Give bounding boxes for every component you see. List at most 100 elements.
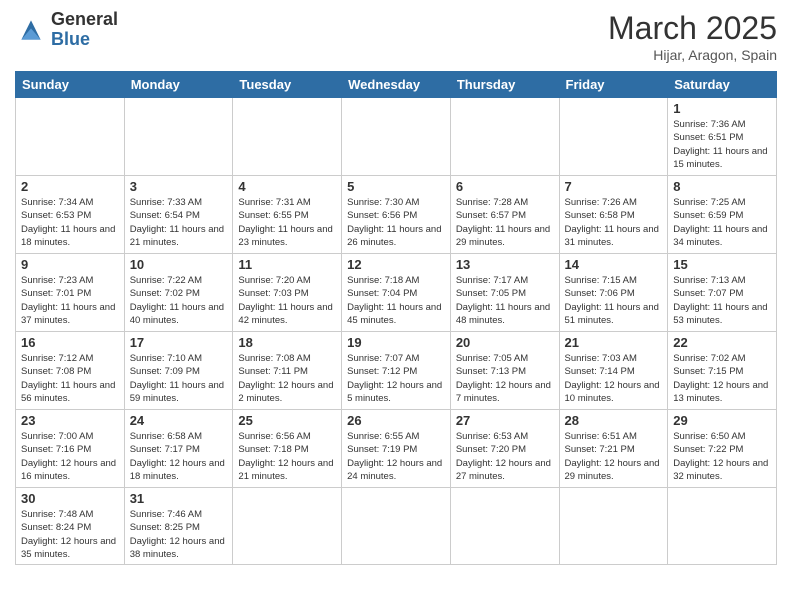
- day-info: Sunrise: 7:03 AMSunset: 7:14 PMDaylight:…: [565, 352, 663, 405]
- day-12: 12 Sunrise: 7:18 AMSunset: 7:04 PMDaylig…: [342, 254, 451, 332]
- day-info: Sunrise: 6:51 AMSunset: 7:21 PMDaylight:…: [565, 430, 663, 483]
- day-info: Sunrise: 6:56 AMSunset: 7:18 PMDaylight:…: [238, 430, 336, 483]
- day-number: 15: [673, 257, 771, 272]
- day-number: 5: [347, 179, 445, 194]
- day-3: 3 Sunrise: 7:33 AMSunset: 6:54 PMDayligh…: [124, 176, 233, 254]
- day-info: Sunrise: 7:12 AMSunset: 7:08 PMDaylight:…: [21, 352, 119, 405]
- day-number: 22: [673, 335, 771, 350]
- empty-cell: [450, 488, 559, 565]
- day-info: Sunrise: 7:20 AMSunset: 7:03 PMDaylight:…: [238, 274, 336, 327]
- weekday-header-row: Sunday Monday Tuesday Wednesday Thursday…: [16, 72, 777, 98]
- day-number: 4: [238, 179, 336, 194]
- day-number: 10: [130, 257, 228, 272]
- day-number: 29: [673, 413, 771, 428]
- header-saturday: Saturday: [668, 72, 777, 98]
- day-number: 31: [130, 491, 228, 506]
- day-number: 11: [238, 257, 336, 272]
- header-monday: Monday: [124, 72, 233, 98]
- empty-cell: [124, 98, 233, 176]
- day-info: Sunrise: 7:26 AMSunset: 6:58 PMDaylight:…: [565, 196, 663, 249]
- day-number: 6: [456, 179, 554, 194]
- day-5: 5 Sunrise: 7:30 AMSunset: 6:56 PMDayligh…: [342, 176, 451, 254]
- day-8: 8 Sunrise: 7:25 AMSunset: 6:59 PMDayligh…: [668, 176, 777, 254]
- day-number: 7: [565, 179, 663, 194]
- empty-cell: [233, 488, 342, 565]
- day-info: Sunrise: 7:23 AMSunset: 7:01 PMDaylight:…: [21, 274, 119, 327]
- week-row-4: 16 Sunrise: 7:12 AMSunset: 7:08 PMDaylig…: [16, 332, 777, 410]
- day-number: 2: [21, 179, 119, 194]
- day-number: 25: [238, 413, 336, 428]
- day-24: 24 Sunrise: 6:58 AMSunset: 7:17 PMDaylig…: [124, 410, 233, 488]
- day-number: 26: [347, 413, 445, 428]
- empty-cell: [559, 98, 668, 176]
- week-row-5: 23 Sunrise: 7:00 AMSunset: 7:16 PMDaylig…: [16, 410, 777, 488]
- week-row-2: 2 Sunrise: 7:34 AMSunset: 6:53 PMDayligh…: [16, 176, 777, 254]
- day-11: 11 Sunrise: 7:20 AMSunset: 7:03 PMDaylig…: [233, 254, 342, 332]
- week-row-3: 9 Sunrise: 7:23 AMSunset: 7:01 PMDayligh…: [16, 254, 777, 332]
- day-30: 30 Sunrise: 7:48 AMSunset: 8:24 PMDaylig…: [16, 488, 125, 565]
- week-row-1: 1 Sunrise: 7:36 AM Sunset: 6:51 PM Dayli…: [16, 98, 777, 176]
- day-number: 30: [21, 491, 119, 506]
- day-info: Sunrise: 7:25 AMSunset: 6:59 PMDaylight:…: [673, 196, 771, 249]
- day-19: 19 Sunrise: 7:07 AMSunset: 7:12 PMDaylig…: [342, 332, 451, 410]
- day-info: Sunrise: 7:33 AMSunset: 6:54 PMDaylight:…: [130, 196, 228, 249]
- day-26: 26 Sunrise: 6:55 AMSunset: 7:19 PMDaylig…: [342, 410, 451, 488]
- location: Hijar, Aragon, Spain: [608, 47, 777, 63]
- day-number: 8: [673, 179, 771, 194]
- empty-cell: [233, 98, 342, 176]
- day-15: 15 Sunrise: 7:13 AMSunset: 7:07 PMDaylig…: [668, 254, 777, 332]
- day-info: Sunrise: 7:31 AMSunset: 6:55 PMDaylight:…: [238, 196, 336, 249]
- logo-text: General Blue: [51, 10, 118, 50]
- header-friday: Friday: [559, 72, 668, 98]
- header-wednesday: Wednesday: [342, 72, 451, 98]
- day-info: Sunrise: 6:53 AMSunset: 7:20 PMDaylight:…: [456, 430, 554, 483]
- day-number: 9: [21, 257, 119, 272]
- day-info: Sunrise: 7:15 AMSunset: 7:06 PMDaylight:…: [565, 274, 663, 327]
- day-number: 3: [130, 179, 228, 194]
- day-25: 25 Sunrise: 6:56 AMSunset: 7:18 PMDaylig…: [233, 410, 342, 488]
- empty-cell: [16, 98, 125, 176]
- logo: General Blue: [15, 10, 118, 50]
- month-title: March 2025: [608, 10, 777, 47]
- day-info: Sunrise: 6:58 AMSunset: 7:17 PMDaylight:…: [130, 430, 228, 483]
- day-number: 12: [347, 257, 445, 272]
- day-number: 21: [565, 335, 663, 350]
- header-tuesday: Tuesday: [233, 72, 342, 98]
- day-info: Sunrise: 7:00 AMSunset: 7:16 PMDaylight:…: [21, 430, 119, 483]
- day-number: 20: [456, 335, 554, 350]
- day-13: 13 Sunrise: 7:17 AMSunset: 7:05 PMDaylig…: [450, 254, 559, 332]
- page: General Blue March 2025 Hijar, Aragon, S…: [0, 0, 792, 612]
- header-thursday: Thursday: [450, 72, 559, 98]
- week-row-6: 30 Sunrise: 7:48 AMSunset: 8:24 PMDaylig…: [16, 488, 777, 565]
- day-7: 7 Sunrise: 7:26 AMSunset: 6:58 PMDayligh…: [559, 176, 668, 254]
- day-10: 10 Sunrise: 7:22 AMSunset: 7:02 PMDaylig…: [124, 254, 233, 332]
- calendar: Sunday Monday Tuesday Wednesday Thursday…: [15, 71, 777, 565]
- header-sunday: Sunday: [16, 72, 125, 98]
- day-info: Sunrise: 7:34 AMSunset: 6:53 PMDaylight:…: [21, 196, 119, 249]
- day-info: Sunrise: 7:08 AMSunset: 7:11 PMDaylight:…: [238, 352, 336, 405]
- day-info: Sunrise: 7:46 AMSunset: 8:25 PMDaylight:…: [130, 508, 228, 561]
- day-info: Sunrise: 7:48 AMSunset: 8:24 PMDaylight:…: [21, 508, 119, 561]
- logo-general: General: [51, 9, 118, 29]
- day-18: 18 Sunrise: 7:08 AMSunset: 7:11 PMDaylig…: [233, 332, 342, 410]
- empty-cell: [450, 98, 559, 176]
- day-27: 27 Sunrise: 6:53 AMSunset: 7:20 PMDaylig…: [450, 410, 559, 488]
- day-14: 14 Sunrise: 7:15 AMSunset: 7:06 PMDaylig…: [559, 254, 668, 332]
- day-29: 29 Sunrise: 6:50 AMSunset: 7:22 PMDaylig…: [668, 410, 777, 488]
- day-info: Sunrise: 7:30 AMSunset: 6:56 PMDaylight:…: [347, 196, 445, 249]
- day-22: 22 Sunrise: 7:02 AMSunset: 7:15 PMDaylig…: [668, 332, 777, 410]
- empty-cell: [668, 488, 777, 565]
- day-number: 27: [456, 413, 554, 428]
- day-number: 16: [21, 335, 119, 350]
- day-info: Sunrise: 6:55 AMSunset: 7:19 PMDaylight:…: [347, 430, 445, 483]
- day-info: Sunrise: 7:05 AMSunset: 7:13 PMDaylight:…: [456, 352, 554, 405]
- day-9: 9 Sunrise: 7:23 AMSunset: 7:01 PMDayligh…: [16, 254, 125, 332]
- day-info: Sunrise: 7:18 AMSunset: 7:04 PMDaylight:…: [347, 274, 445, 327]
- day-1: 1 Sunrise: 7:36 AM Sunset: 6:51 PM Dayli…: [668, 98, 777, 176]
- empty-cell: [559, 488, 668, 565]
- day-number: 23: [21, 413, 119, 428]
- logo-blue: Blue: [51, 29, 90, 49]
- day-number: 1: [673, 101, 771, 116]
- day-4: 4 Sunrise: 7:31 AMSunset: 6:55 PMDayligh…: [233, 176, 342, 254]
- day-2: 2 Sunrise: 7:34 AMSunset: 6:53 PMDayligh…: [16, 176, 125, 254]
